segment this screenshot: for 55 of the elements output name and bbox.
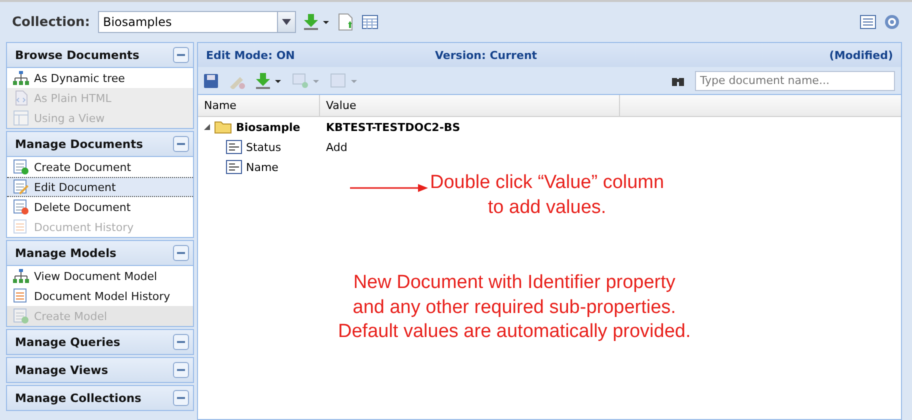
new-document-icon[interactable] (338, 13, 354, 31)
hierarchy-icon (13, 268, 29, 284)
section-header[interactable]: Manage Views (6, 357, 194, 383)
collapse-button[interactable] (173, 334, 189, 350)
search-field[interactable]: Type document name... (695, 70, 895, 90)
section-header[interactable]: Browse Documents (6, 42, 194, 68)
annotation-text: Double click “Value” column to add values. (430, 171, 664, 220)
modified-text: (Modified) (828, 48, 893, 62)
section-title: Manage Documents (15, 137, 143, 151)
section-title: Manage Queries (15, 335, 120, 349)
collapse-button[interactable] (173, 245, 189, 261)
layout-icon (13, 110, 29, 126)
table-icon (13, 308, 29, 324)
version-text: Version: Current (435, 48, 538, 62)
tree-node-label[interactable]: Status (246, 140, 282, 154)
section-title: Manage Views (15, 363, 108, 377)
edit-mode-text: Edit Mode: ON (206, 48, 296, 62)
table-icon[interactable] (362, 15, 378, 29)
section-title: Browse Documents (15, 48, 140, 62)
collapse-button[interactable] (173, 136, 189, 152)
caret-icon (282, 19, 291, 25)
table-icon (13, 199, 29, 215)
value-text: KBTEST-TESTDOC2-BS (325, 120, 460, 134)
arrow-icon (350, 183, 430, 193)
tree-node-label[interactable]: Biosample (236, 120, 300, 134)
download-icon[interactable] (304, 14, 330, 30)
list-icon[interactable] (860, 15, 876, 29)
document-icon (13, 90, 29, 106)
pencil-document-icon (13, 179, 29, 195)
menu-item[interactable]: Edit Document (7, 177, 193, 197)
expand-triangle-icon[interactable] (204, 124, 210, 130)
download-icon[interactable] (256, 72, 282, 88)
section-header[interactable]: Manage Collections (6, 385, 194, 411)
annotation-text: New Document with Identifier property and any other required sub-properties. Default values are automatically provided. (338, 271, 691, 344)
section-header[interactable]: Manage Documents (6, 131, 194, 157)
collection-label: Collection: (12, 14, 90, 30)
field-icon (226, 160, 242, 174)
hierarchy-icon (13, 70, 29, 86)
value-text: Add (325, 140, 348, 154)
folder-icon (214, 120, 232, 134)
column-header[interactable]: Name (198, 95, 320, 116)
section-title: Manage Collections (15, 391, 142, 405)
collection-dropdown[interactable]: Biosamples (98, 11, 296, 33)
table-icon (13, 159, 29, 175)
help-icon[interactable] (884, 14, 900, 30)
collapse-button[interactable] (173, 47, 189, 63)
field-icon (226, 140, 242, 154)
column-header[interactable]: Value (320, 95, 620, 116)
tree-node-label[interactable]: Name (246, 160, 278, 174)
section-header[interactable]: Manage Queries (6, 329, 194, 355)
section-header[interactable]: Manage Models (6, 240, 194, 266)
collapse-button[interactable] (173, 390, 189, 406)
save-icon[interactable] (204, 74, 218, 88)
collapse-button[interactable] (173, 362, 189, 378)
section-title: Manage Models (15, 246, 116, 260)
